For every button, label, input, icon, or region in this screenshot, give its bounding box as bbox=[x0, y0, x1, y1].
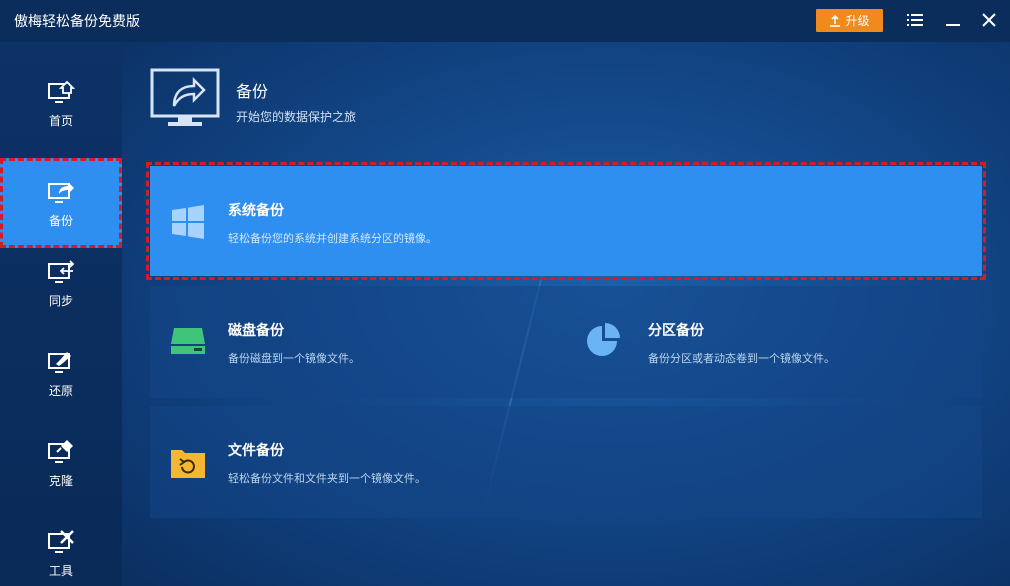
upgrade-button[interactable]: 升级 bbox=[816, 9, 883, 32]
sidebar-item-home[interactable]: 首页 bbox=[0, 58, 122, 148]
sidebar-item-clone[interactable]: 克隆 bbox=[0, 418, 122, 508]
disk-backup-card[interactable]: 磁盘备份 备份磁盘到一个镜像文件。 bbox=[150, 286, 560, 398]
page-title: 备份 bbox=[236, 82, 269, 101]
sidebar-item-label: 备份 bbox=[48, 213, 73, 228]
pie-chart-icon bbox=[587, 323, 620, 356]
home-icon bbox=[48, 80, 75, 103]
sidebar-item-restore[interactable]: 还原 bbox=[0, 328, 122, 418]
windows-icon bbox=[172, 205, 204, 239]
sidebar-item-label: 克隆 bbox=[48, 473, 73, 488]
upgrade-icon bbox=[830, 14, 841, 27]
page-subtitle: 开始您的数据保护之旅 bbox=[236, 110, 357, 124]
disk-icon bbox=[171, 328, 205, 354]
upgrade-label: 升级 bbox=[845, 14, 870, 28]
sidebar-item-tools[interactable]: 工具 bbox=[0, 508, 122, 586]
backup-icon bbox=[48, 182, 74, 203]
sidebar-item-label: 首页 bbox=[48, 113, 73, 128]
card-desc: 备份分区或者动态卷到一个镜像文件。 bbox=[648, 352, 835, 365]
close-icon[interactable] bbox=[980, 11, 998, 29]
file-backup-card[interactable]: 文件备份 轻松备份文件和文件夹到一个镜像文件。 bbox=[150, 406, 982, 518]
card-title: 系统备份 bbox=[228, 203, 284, 219]
sidebar-item-label: 还原 bbox=[48, 383, 73, 398]
card-title: 文件备份 bbox=[228, 443, 284, 459]
folder-sync-icon bbox=[171, 450, 205, 478]
card-desc: 轻松备份您的系统并创建系统分区的镜像。 bbox=[228, 232, 437, 245]
sidebar: 首页 备份 同步 还原 克隆 工具 bbox=[0, 42, 122, 586]
card-title: 分区备份 bbox=[648, 323, 704, 339]
sidebar-item-backup[interactable]: 备份 bbox=[0, 158, 122, 248]
card-desc: 备份磁盘到一个镜像文件。 bbox=[228, 352, 360, 365]
card-title: 磁盘备份 bbox=[228, 323, 284, 339]
disk-partition-row: 磁盘备份 备份磁盘到一个镜像文件。 分区备份 备份分区或者动态卷到一个镜像文件。 bbox=[150, 286, 982, 398]
sidebar-item-label: 同步 bbox=[48, 293, 73, 308]
clone-icon bbox=[48, 439, 73, 463]
sync-icon bbox=[48, 259, 75, 283]
minimize-icon[interactable] bbox=[944, 11, 962, 29]
sidebar-item-label: 工具 bbox=[48, 563, 73, 578]
app-title: 傲梅轻松备份免费版 bbox=[14, 14, 140, 30]
restore-icon bbox=[48, 351, 71, 373]
menu-icon[interactable] bbox=[906, 11, 924, 29]
main-panel: 备份 开始您的数据保护之旅 系统备份 轻松备份您的系统并创建系统分区的镜像。 磁… bbox=[122, 42, 1010, 586]
tools-icon bbox=[48, 529, 74, 553]
title-bar: 傲梅轻松备份免费版 升级 bbox=[0, 0, 1010, 42]
system-backup-card[interactable]: 系统备份 轻松备份您的系统并创建系统分区的镜像。 bbox=[146, 162, 986, 280]
backup-header-icon bbox=[150, 68, 220, 126]
sidebar-item-sync[interactable]: 同步 bbox=[0, 238, 122, 328]
card-desc: 轻松备份文件和文件夹到一个镜像文件。 bbox=[228, 472, 426, 485]
partition-backup-card[interactable]: 分区备份 备份分区或者动态卷到一个镜像文件。 bbox=[570, 286, 982, 398]
